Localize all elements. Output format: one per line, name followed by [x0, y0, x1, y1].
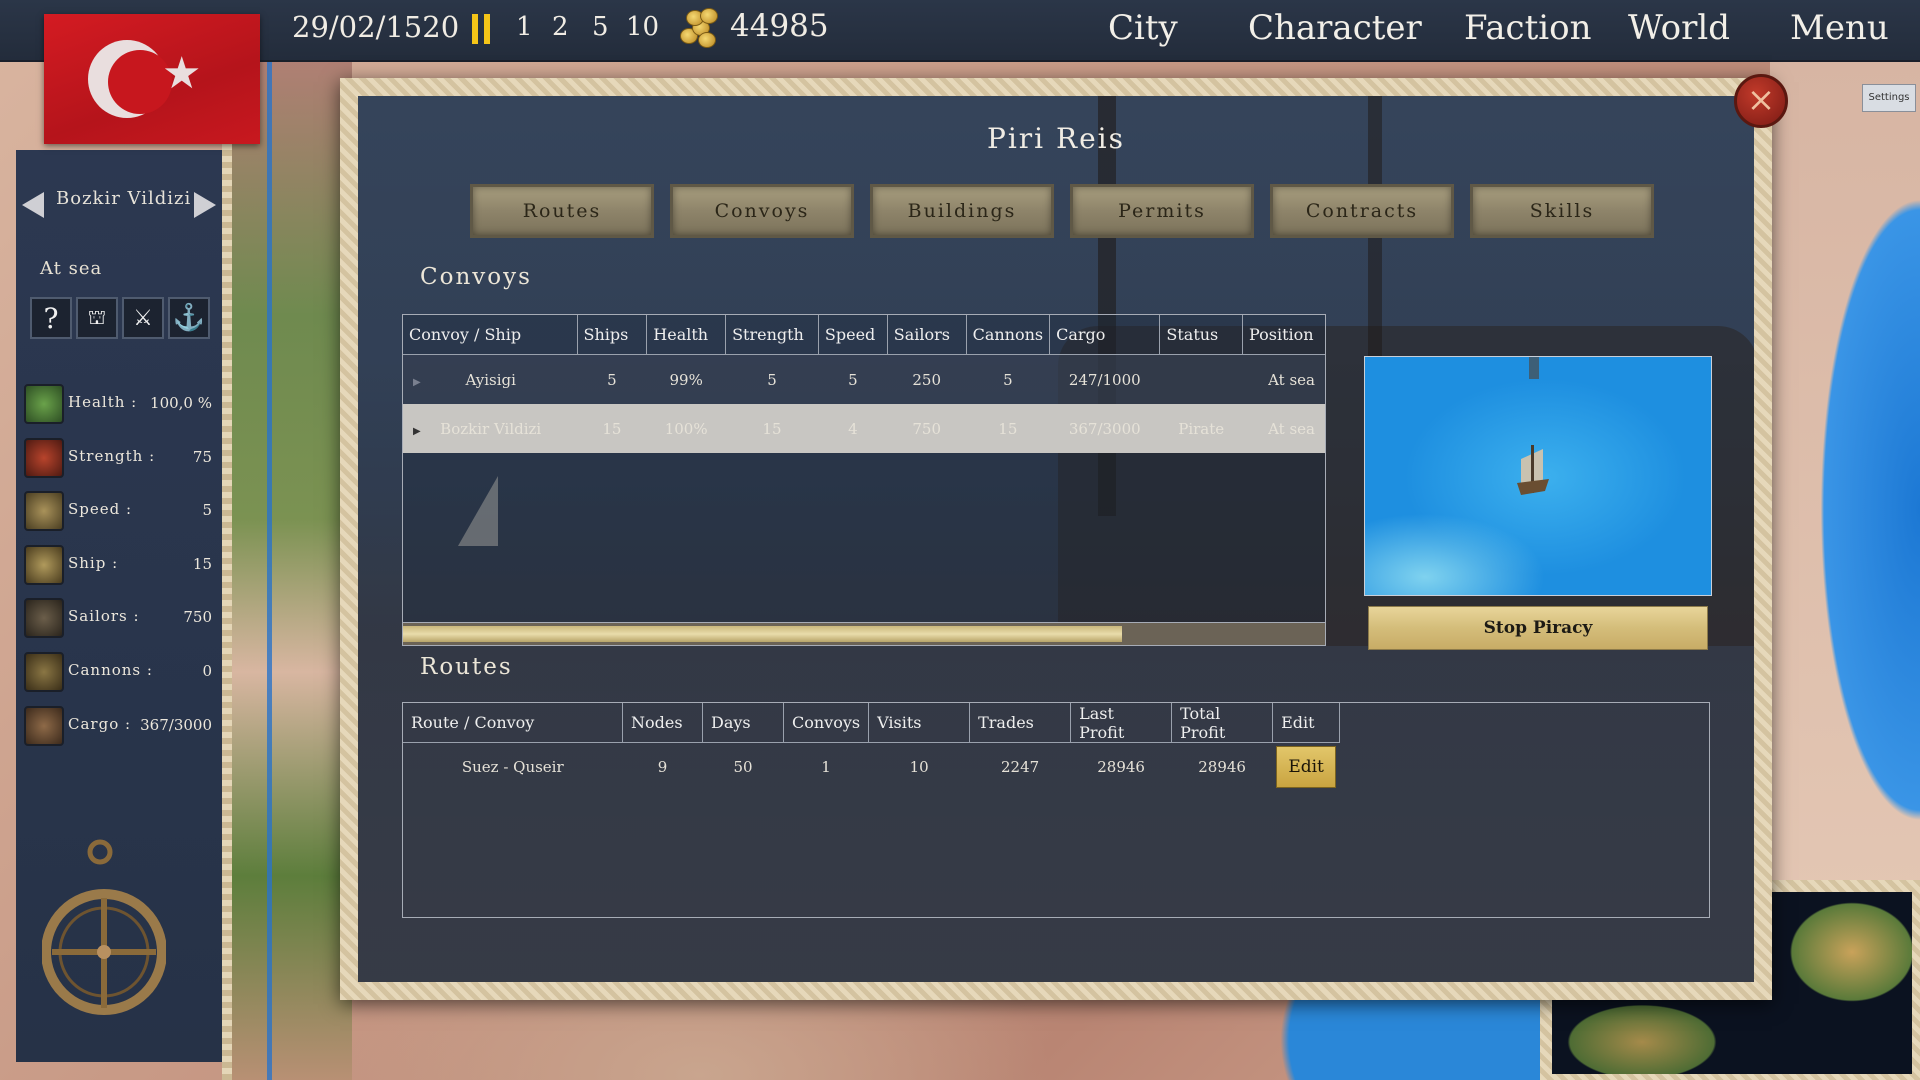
nav-faction[interactable]: Faction — [1464, 8, 1592, 48]
combat-icon[interactable]: ⚔ — [122, 297, 164, 339]
world-map-right — [1770, 60, 1920, 900]
faction-flag: ★ — [44, 14, 260, 144]
speed-1-button[interactable]: 1 — [516, 12, 533, 42]
help-icon[interactable]: ? — [30, 297, 72, 339]
strength-icon — [24, 438, 64, 478]
table-header-row: Convoy / Ship Ships Health Strength Spee… — [403, 315, 1325, 355]
selected-ship-name: Bozkir Vildizi — [56, 188, 192, 209]
column-header[interactable]: Speed — [818, 315, 888, 355]
column-header[interactable]: Total Profit — [1171, 703, 1274, 743]
nav-city[interactable]: City — [1108, 8, 1178, 48]
world-map-left — [232, 60, 352, 1080]
convoy-progress-bar — [402, 622, 1326, 646]
routes-table: Route / Convoy Nodes Days Convoys Visits… — [403, 703, 1341, 792]
progress-fill — [403, 626, 1123, 642]
ship-model-icon — [1517, 445, 1549, 495]
previous-ship-arrow-icon[interactable] — [22, 192, 44, 218]
convoys-table-panel: Convoy / Ship Ships Health Strength Spee… — [402, 314, 1326, 646]
cannon-icon — [24, 652, 64, 692]
edit-route-button[interactable]: Edit — [1276, 746, 1337, 788]
speed-10-button[interactable]: 10 — [626, 12, 659, 42]
routes-table-panel: Route / Convoy Nodes Days Convoys Visits… — [402, 702, 1710, 918]
convoys-section-title: Convoys — [420, 264, 532, 290]
cargo-barrel-icon — [24, 706, 64, 746]
settings-button[interactable]: Settings — [1862, 84, 1916, 112]
ship-icon — [24, 545, 64, 585]
convoys-table: Convoy / Ship Ships Health Strength Spee… — [403, 315, 1325, 453]
column-header[interactable]: Cannons — [966, 315, 1051, 355]
speed-2-button[interactable]: 2 — [552, 12, 569, 42]
nav-character[interactable]: Character — [1248, 8, 1422, 48]
routes-section-title: Routes — [420, 654, 513, 680]
tab-skills[interactable]: Skills — [1470, 184, 1654, 238]
speed-5-button[interactable]: 5 — [592, 12, 609, 42]
tab-convoys[interactable]: Convoys — [670, 184, 854, 238]
city-icon[interactable]: ⛫ — [76, 297, 118, 339]
gold-coins-icon — [678, 8, 718, 50]
table-row[interactable]: Suez - Quseir 9 50 1 10 2247 28946 28946… — [403, 743, 1340, 792]
game-date: 29/02/1520 — [292, 10, 460, 44]
column-header[interactable]: Strength — [725, 315, 819, 355]
column-header[interactable]: Last Profit — [1070, 703, 1173, 743]
column-header[interactable]: Ships — [577, 315, 648, 355]
column-header[interactable]: Sailors — [887, 315, 967, 355]
expand-arrow-icon[interactable]: ▶ — [413, 377, 421, 388]
distant-ship-icon — [1529, 357, 1539, 379]
table-row-selected[interactable]: ▶ Bozkir Vildizi 15 100% 15 4 750 15 367/… — [403, 404, 1325, 453]
panel-border — [222, 60, 232, 1080]
column-header[interactable]: Nodes — [622, 703, 703, 743]
column-header[interactable]: Cargo — [1049, 315, 1161, 355]
ship-status: At sea — [40, 258, 103, 279]
expand-arrow-icon[interactable]: ▶ — [413, 426, 421, 437]
column-header[interactable]: Route / Convoy — [403, 703, 623, 743]
column-header: Edit — [1272, 703, 1341, 743]
speed-sail-icon — [24, 491, 64, 531]
stat-health: Health : 100,0 % — [24, 384, 212, 424]
column-header[interactable]: Status — [1159, 315, 1244, 355]
table-header-row: Route / Convoy Nodes Days Convoys Visits… — [403, 703, 1341, 743]
star-icon: ★ — [162, 48, 202, 99]
stop-piracy-button[interactable]: Stop Piracy — [1368, 606, 1708, 650]
table-row[interactable]: ▶ Ayisigi 5 99% 5 5 250 5 247/1000 At sea — [403, 354, 1325, 404]
ship-3d-preview — [1364, 356, 1712, 596]
stat-strength: Strength : 75 — [24, 438, 212, 478]
next-ship-arrow-icon[interactable] — [194, 192, 216, 218]
nav-world[interactable]: World — [1628, 8, 1730, 48]
close-dialog-icon[interactable]: × — [1734, 74, 1788, 128]
stat-cannons: Cannons : 0 — [24, 652, 212, 692]
astrolabe-icon — [42, 839, 166, 1015]
top-bar: 29/02/1520 1 2 5 10 44985 City Character… — [0, 0, 1920, 62]
crescent-icon — [88, 40, 172, 118]
gold-amount: 44985 — [730, 8, 829, 44]
column-header[interactable]: Position — [1242, 315, 1325, 355]
tab-contracts[interactable]: Contracts — [1270, 184, 1454, 238]
column-header[interactable]: Days — [702, 703, 784, 743]
tab-routes[interactable]: Routes — [470, 184, 654, 238]
column-header[interactable]: Health — [646, 315, 727, 355]
character-dialog: Piri Reis Routes Convoys Buildings Permi… — [358, 96, 1754, 982]
stat-cargo: Cargo : 367/3000 — [24, 706, 212, 746]
stat-ship: Ship : 15 — [24, 545, 212, 585]
dialog-title: Piri Reis — [986, 122, 1125, 155]
tab-permits[interactable]: Permits — [1070, 184, 1254, 238]
column-header[interactable]: Visits — [868, 703, 971, 743]
pause-icon[interactable] — [472, 14, 492, 44]
column-header[interactable]: Trades — [969, 703, 1072, 743]
health-shield-icon — [24, 384, 64, 424]
anchor-icon[interactable]: ⚓ — [168, 297, 210, 339]
tab-buildings[interactable]: Buildings — [870, 184, 1054, 238]
sailors-swords-icon — [24, 598, 64, 638]
column-header[interactable]: Convoys — [783, 703, 870, 743]
nav-menu[interactable]: Menu — [1790, 8, 1889, 48]
stat-sailors: Sailors : 750 — [24, 598, 212, 638]
stat-speed: Speed : 5 — [24, 491, 212, 531]
column-header[interactable]: Convoy / Ship — [403, 315, 578, 355]
